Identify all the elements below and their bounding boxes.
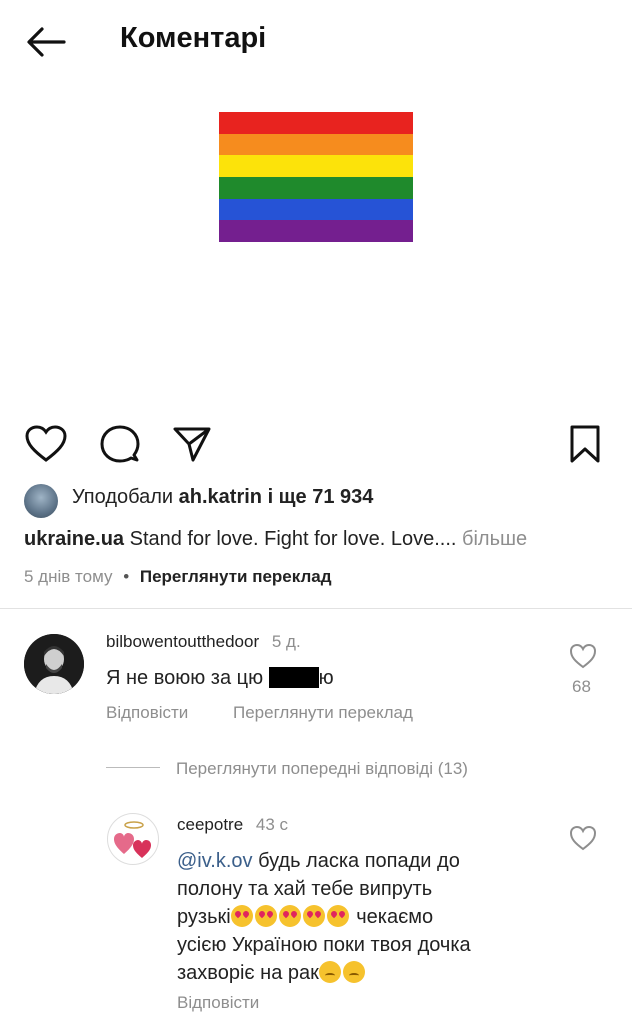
commenter-avatar[interactable]	[24, 634, 84, 694]
flag-stripe	[219, 155, 413, 178]
page-title: Коментарі	[120, 22, 267, 54]
reply-line-2: полону та хай тебе випруть	[177, 878, 433, 900]
divider	[0, 608, 632, 609]
see-translation-link[interactable]: Переглянути переклад	[140, 567, 332, 586]
heart-icon[interactable]	[24, 424, 68, 464]
replies-divider-line	[106, 767, 160, 768]
person-photo-icon	[24, 634, 84, 694]
pensive-emoji-icon	[342, 961, 365, 983]
reply-line-5: захворіє на рак	[177, 962, 319, 984]
reply-username[interactable]: ceepotre	[177, 815, 243, 834]
reply-line-4: усією Україною поки твоя дочка	[177, 934, 471, 956]
reply-reply-button[interactable]: Відповісти	[177, 993, 259, 1013]
likes-user[interactable]: ah.katrin	[179, 486, 262, 508]
back-arrow-icon[interactable]	[24, 24, 68, 60]
pensive-emoji-icon	[318, 961, 341, 983]
flag-stripe	[219, 133, 413, 156]
reply-line-1: будь ласка попади до	[258, 850, 460, 872]
reply-mention-link[interactable]: @iv.k.ov	[177, 850, 253, 872]
flag-stripe	[219, 198, 413, 221]
post-meta: 5 днів тому • Переглянути переклад	[24, 567, 332, 587]
flag-stripe	[219, 112, 413, 134]
comment-header: bilbowentoutthedoor 5 д.	[106, 632, 301, 652]
heart-eyes-emoji-icon	[254, 905, 277, 927]
post-caption: ukraine.ua Stand for love. Fight for lov…	[24, 528, 527, 551]
reply-line-3-end: чекаємо	[356, 906, 434, 928]
comment-translate-button[interactable]: Переглянути переклад	[233, 703, 413, 723]
caption-more-link[interactable]: більше	[462, 528, 527, 550]
comment-username[interactable]: bilbowentoutthedoor	[106, 632, 259, 651]
reply-commenter-avatar[interactable]	[107, 813, 159, 865]
caption-username[interactable]: ukraine.ua	[24, 528, 124, 550]
comment-text-end: ю	[318, 667, 334, 689]
bookmark-icon[interactable]	[568, 424, 602, 464]
caption-text: Stand for love. Fight for love. Love....	[129, 528, 457, 550]
flag-stripe	[219, 177, 413, 199]
meta-separator: •	[123, 567, 130, 586]
likes-count[interactable]: і ще 71 934	[268, 486, 374, 508]
comment-reply-button[interactable]: Відповісти	[106, 703, 188, 723]
reply-text: @iv.k.ov будь ласка попади до полону та …	[177, 847, 547, 987]
reply-like-icon[interactable]	[568, 824, 598, 852]
reply-line-3-start: рузькі	[177, 906, 231, 928]
hearts-avatar-icon	[114, 821, 151, 858]
comment-time: 5 д.	[271, 632, 301, 651]
likes-summary[interactable]: Уподобали ah.katrin і ще 71 934	[72, 486, 373, 509]
liker-avatar[interactable]	[24, 484, 58, 518]
heart-eyes-emoji-icon	[326, 905, 349, 927]
likes-prefix: Уподобали	[72, 486, 174, 508]
comment-like-count: 68	[572, 677, 591, 696]
reply-header: ceepotre 43 с	[177, 815, 288, 835]
comment-icon[interactable]	[100, 424, 140, 464]
comment-text-start: Я не воюю за цю	[106, 667, 264, 689]
reply-time: 43 с	[255, 815, 289, 834]
post-time: 5 днів тому	[24, 567, 113, 586]
heart-eyes-emoji-icon	[230, 905, 253, 927]
share-icon[interactable]	[172, 424, 212, 464]
heart-eyes-emoji-icon	[302, 905, 325, 927]
post-image-rainbow-flag[interactable]	[219, 112, 413, 243]
view-previous-replies-button[interactable]: Переглянути попередні відповіді (13)	[176, 759, 468, 779]
heart-eyes-emoji-icon	[278, 905, 301, 927]
redaction-block	[268, 667, 319, 688]
flag-stripe	[219, 220, 413, 243]
comment-text: Я не воюю за цю ю	[106, 664, 334, 692]
comment-like-icon[interactable]	[568, 642, 598, 670]
